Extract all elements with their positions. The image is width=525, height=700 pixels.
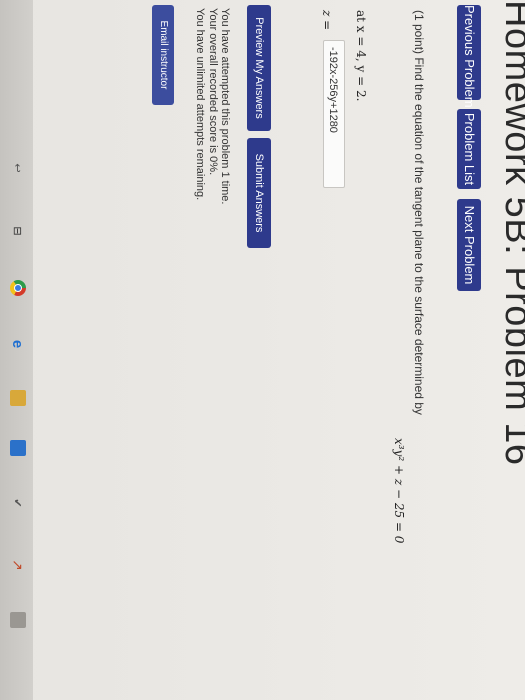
store-icon[interactable] — [10, 440, 26, 456]
problem-prompt: (1 point) Find the equation of the tange… — [412, 10, 426, 415]
browser-window: Homework 5B: Problem 16 Previous Problem… — [0, 0, 525, 700]
next-problem-button[interactable]: Next Problem — [457, 199, 481, 291]
submit-answers-button[interactable]: Submit Answers — [247, 138, 271, 248]
answer-input[interactable]: -192x-256y+1280 — [323, 40, 345, 188]
previous-problem-button[interactable]: Previous Problem — [457, 5, 481, 108]
attempts-text: You have attempted this problem 1 time. — [219, 8, 231, 205]
taskbar: ↩ ⊟ e ✔ ↗ ʌ — [0, 0, 33, 700]
back-arrow-icon[interactable]: ↩ — [10, 160, 26, 176]
app-icon[interactable]: ✔ — [10, 495, 26, 511]
file-explorer-icon[interactable] — [10, 390, 26, 406]
task-view-icon[interactable]: ⊟ — [10, 223, 26, 239]
edge-icon[interactable]: e — [10, 336, 27, 352]
remaining-text: You have unlimited attempts remaining. — [194, 8, 206, 201]
chrome-icon[interactable] — [10, 280, 26, 296]
app-icon[interactable] — [10, 612, 26, 628]
z-label: z = — [320, 10, 334, 31]
page-title: Homework 5B: Problem 16 — [497, 0, 525, 466]
app-icon[interactable]: ↗ — [10, 557, 27, 573]
surface-equation: x³y² + z − 25 = 0 — [392, 438, 406, 544]
email-instructor-button[interactable]: Email instructor — [152, 5, 174, 105]
evaluation-point: at x = 4, y = 2. — [354, 10, 368, 102]
preview-answers-button[interactable]: Preview My Answers — [247, 5, 271, 131]
score-text: Your overall recorded score is 0%. — [207, 8, 219, 176]
problem-list-button[interactable]: Problem List — [457, 109, 481, 189]
